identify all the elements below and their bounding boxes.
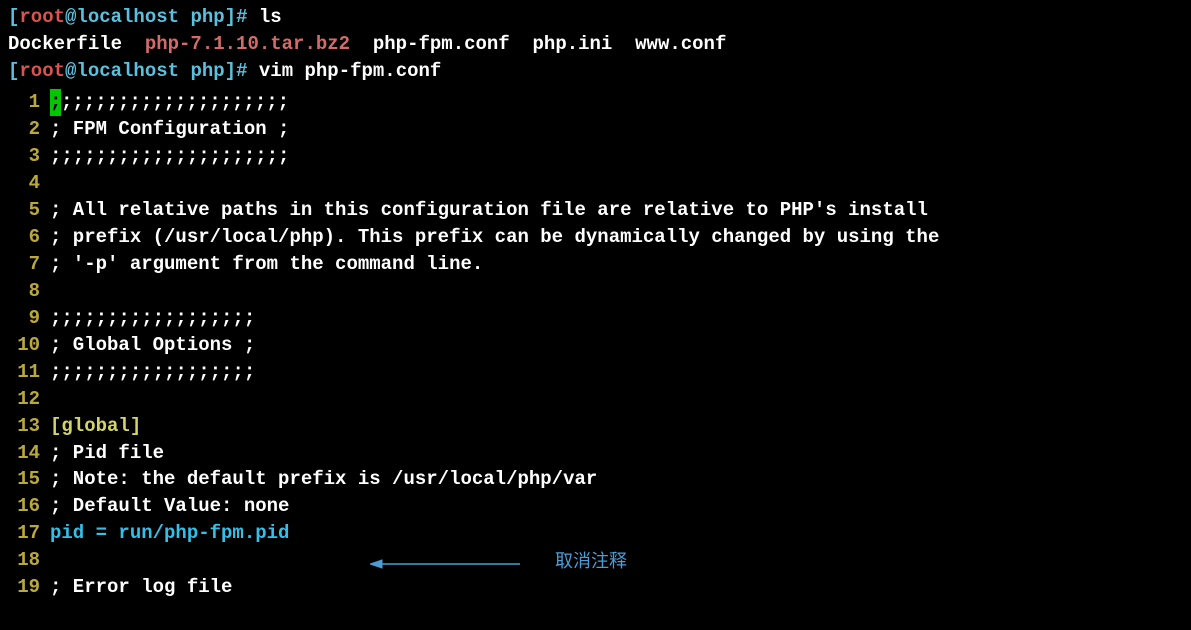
editor-line-5: 5; All relative paths in this configurat… bbox=[8, 197, 1183, 224]
line-number: 13 bbox=[8, 413, 50, 440]
line-number: 7 bbox=[8, 251, 50, 278]
command-text: vim php-fpm.conf bbox=[259, 60, 441, 82]
line-number: 15 bbox=[8, 466, 50, 493]
at-sign: @ bbox=[65, 60, 76, 82]
editor-line-10: 10; Global Options ; bbox=[8, 332, 1183, 359]
editor-line-7: 7; '-p' argument from the command line. bbox=[8, 251, 1183, 278]
command-text: ls bbox=[259, 6, 282, 28]
editor-line-4: 4 bbox=[8, 170, 1183, 197]
prompt-spacer bbox=[247, 6, 258, 28]
line-number: 12 bbox=[8, 386, 50, 413]
code-text: ;;;;;;;;;;;;;;;;;; bbox=[50, 359, 255, 386]
code-text: ; Note: the default prefix is /usr/local… bbox=[50, 466, 597, 493]
code-text: ; Error log file bbox=[50, 574, 232, 601]
prompt-space bbox=[179, 60, 190, 82]
code-text: ; FPM Configuration ; bbox=[50, 116, 289, 143]
prompt-user: root bbox=[19, 6, 65, 28]
editor-line-8: 8 bbox=[8, 278, 1183, 305]
line-number: 18 bbox=[8, 547, 50, 574]
editor-line-16: 16; Default Value: none bbox=[8, 493, 1183, 520]
editor-line-2: 2; FPM Configuration ; bbox=[8, 116, 1183, 143]
file-www-conf: www.conf bbox=[635, 33, 726, 55]
code-text: ; All relative paths in this configurati… bbox=[50, 197, 928, 224]
prompt-spacer bbox=[247, 60, 258, 82]
code-text: pid = run/php-fpm.pid bbox=[50, 520, 289, 547]
code-text: ; '-p' argument from the command line. bbox=[50, 251, 483, 278]
prompt-space bbox=[179, 6, 190, 28]
at-sign: @ bbox=[65, 6, 76, 28]
bracket-open: [ bbox=[8, 6, 19, 28]
code-text: [global] bbox=[50, 413, 141, 440]
editor-line-11: 11;;;;;;;;;;;;;;;;;; bbox=[8, 359, 1183, 386]
line-number: 8 bbox=[8, 278, 50, 305]
prompt-line-2[interactable]: [root@localhost php]# vim php-fpm.conf bbox=[8, 58, 1183, 85]
file-php-ini: php.ini bbox=[533, 33, 636, 55]
line-number: 11 bbox=[8, 359, 50, 386]
code-text: ; Default Value: none bbox=[50, 493, 289, 520]
editor-line-19: 19; Error log file bbox=[8, 574, 1183, 601]
editor-line-3: 3;;;;;;;;;;;;;;;;;;;;; bbox=[8, 143, 1183, 170]
line-number: 17 bbox=[8, 520, 50, 547]
editor-line-12: 12 bbox=[8, 386, 1183, 413]
code-text: ;;;;;;;;;;;;;;;;;; bbox=[50, 305, 255, 332]
line-number: 1 bbox=[8, 89, 50, 116]
line-number: 2 bbox=[8, 116, 50, 143]
line-number: 16 bbox=[8, 493, 50, 520]
hash-sign: # bbox=[236, 60, 247, 82]
prompt-line-1[interactable]: [root@localhost php]# ls bbox=[8, 4, 1183, 31]
line-number: 6 bbox=[8, 224, 50, 251]
line-number: 10 bbox=[8, 332, 50, 359]
line-number: 4 bbox=[8, 170, 50, 197]
line-number: 14 bbox=[8, 440, 50, 467]
cursor: ; bbox=[50, 89, 61, 116]
editor-line-14: 14; Pid file bbox=[8, 440, 1183, 467]
file-tarball: php-7.1.10.tar.bz2 bbox=[145, 33, 373, 55]
editor-line-13: 13[global] bbox=[8, 413, 1183, 440]
line-number: 5 bbox=[8, 197, 50, 224]
prompt-host: localhost bbox=[76, 60, 179, 82]
line-number: 3 bbox=[8, 143, 50, 170]
prompt-path: php bbox=[190, 60, 224, 82]
prompt-host: localhost bbox=[76, 6, 179, 28]
line-number: 9 bbox=[8, 305, 50, 332]
annotation-arrow-icon bbox=[370, 554, 520, 574]
prompt-user: root bbox=[19, 60, 65, 82]
editor-line-1: 1;;;;;;;;;;;;;;;;;;;;; bbox=[8, 89, 1183, 116]
prompt-path: php bbox=[190, 6, 224, 28]
bracket-close: ] bbox=[225, 6, 236, 28]
annotation-label: 取消注释 bbox=[555, 551, 627, 577]
editor-line-6: 6; prefix (/usr/local/php). This prefix … bbox=[8, 224, 1183, 251]
code-text: ; Global Options ; bbox=[50, 332, 255, 359]
editor-line-9: 9;;;;;;;;;;;;;;;;;; bbox=[8, 305, 1183, 332]
code-text: ;;;;;;;;;;;;;;;;;;;;; bbox=[50, 143, 289, 170]
bracket-open: [ bbox=[8, 60, 19, 82]
code-text: ; Pid file bbox=[50, 440, 164, 467]
file-fpm-conf: php-fpm.conf bbox=[373, 33, 533, 55]
hash-sign: # bbox=[236, 6, 247, 28]
code-text: ;;;;;;;;;;;;;;;;;;;; bbox=[61, 89, 289, 116]
editor-line-15: 15; Note: the default prefix is /usr/loc… bbox=[8, 466, 1183, 493]
editor-line-17: 17pid = run/php-fpm.pid bbox=[8, 520, 1183, 547]
code-text: ; prefix (/usr/local/php). This prefix c… bbox=[50, 224, 939, 251]
file-dockerfile: Dockerfile bbox=[8, 33, 145, 55]
line-number: 19 bbox=[8, 574, 50, 601]
bracket-close: ] bbox=[225, 60, 236, 82]
ls-output-line: Dockerfile php-7.1.10.tar.bz2 php-fpm.co… bbox=[8, 31, 1183, 58]
vim-editor[interactable]: 1;;;;;;;;;;;;;;;;;;;;; 2; FPM Configurat… bbox=[8, 89, 1183, 601]
